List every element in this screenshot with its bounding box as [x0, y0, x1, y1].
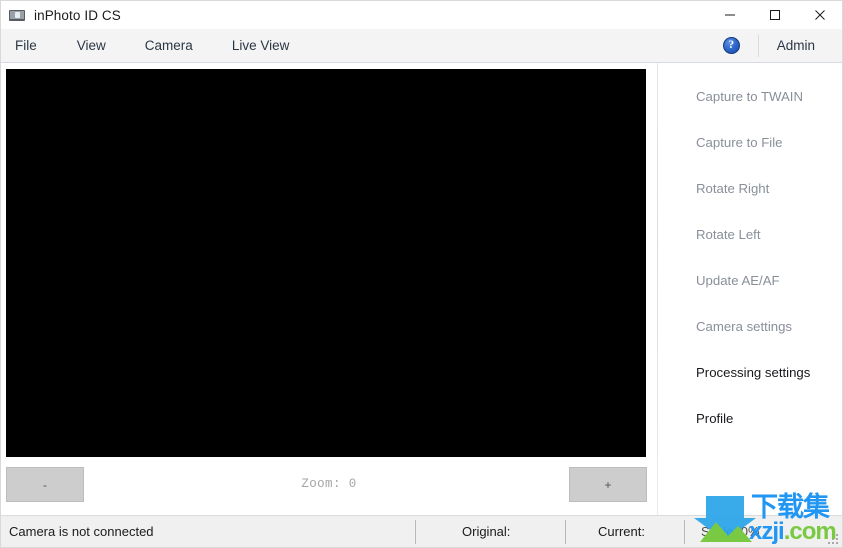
title-bar: inPhoto ID CS — [1, 1, 842, 29]
sidebar-item-capture-to-twain[interactable]: Capture to TWAIN — [696, 89, 803, 104]
status-separator-2 — [565, 520, 566, 544]
maximize-icon — [769, 10, 780, 20]
menu-item-live-view[interactable]: Live View — [232, 38, 290, 53]
status-separator-3 — [684, 520, 685, 544]
app-camera-icon — [9, 9, 25, 22]
status-original-label: Original: — [462, 524, 511, 539]
sidebar-item-camera-settings[interactable]: Camera settings — [696, 319, 792, 334]
menu-item-view[interactable]: View — [77, 38, 106, 53]
application-window: inPhoto ID CS File View Camera Live View… — [0, 0, 843, 548]
status-message: Camera is not connected — [9, 524, 154, 539]
menu-divider — [757, 34, 759, 57]
sidebar-item-processing-settings[interactable]: Processing settings — [696, 365, 810, 380]
help-icon[interactable]: ? — [722, 37, 740, 54]
status-scale-label: Scale: 0% — [701, 524, 760, 539]
menu-item-camera[interactable]: Camera — [145, 38, 193, 53]
status-bar: Camera is not connected Original: Curren… — [1, 515, 842, 547]
status-separator-1 — [415, 520, 416, 544]
zoom-level-label: Zoom: 0 — [301, 477, 357, 491]
close-icon — [814, 10, 825, 20]
resize-grip-icon[interactable] — [828, 534, 839, 545]
sidebar-item-rotate-right[interactable]: Rotate Right — [696, 181, 769, 196]
window-title: inPhoto ID CS — [34, 7, 121, 23]
status-current-label: Current: — [598, 524, 645, 539]
camera-preview-area[interactable] — [6, 69, 646, 457]
preview-panel: - Zoom: 0 + — [1, 63, 657, 515]
sidebar-item-update-ae-af[interactable]: Update AE/AF — [696, 273, 780, 288]
zoom-control-bar: - Zoom: 0 + — [1, 465, 657, 515]
menu-item-file[interactable]: File — [15, 38, 37, 53]
minimize-icon — [724, 14, 735, 16]
minimize-button[interactable] — [707, 1, 752, 29]
sidebar-item-rotate-left[interactable]: Rotate Left — [696, 227, 761, 242]
sidebar-item-capture-to-file[interactable]: Capture to File — [696, 135, 783, 150]
close-button[interactable] — [797, 1, 842, 29]
menu-bar-right: ? Admin — [722, 29, 842, 62]
menu-bar: File View Camera Live View ? Admin — [1, 29, 842, 63]
zoom-in-button[interactable]: + — [569, 467, 647, 502]
action-sidebar: Capture to TWAIN Capture to File Rotate … — [658, 63, 842, 515]
admin-user-label[interactable]: Admin — [777, 38, 815, 53]
window-controls — [707, 1, 842, 29]
maximize-button[interactable] — [752, 1, 797, 29]
sidebar-item-profile[interactable]: Profile — [696, 411, 733, 426]
